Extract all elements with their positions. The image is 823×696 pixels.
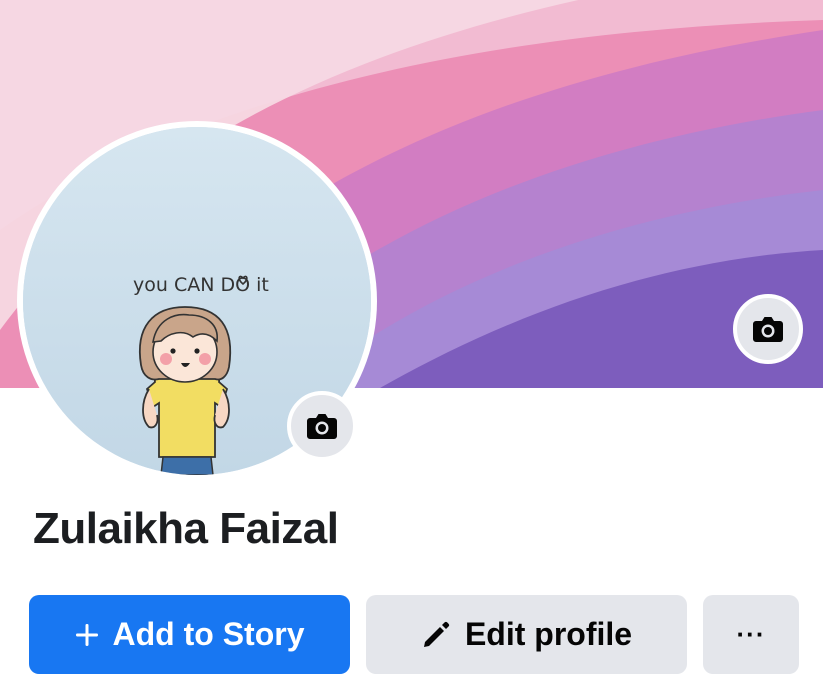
profile-name: Zulaikha Faizal xyxy=(33,504,339,553)
camera-icon xyxy=(753,317,783,342)
add-to-story-label: Add to Story xyxy=(112,616,305,652)
pencil-icon xyxy=(421,620,451,650)
add-to-story-button[interactable]: Add to Story xyxy=(29,595,350,674)
more-options-button[interactable]: ··· xyxy=(703,595,799,674)
edit-profile-label: Edit profile xyxy=(464,616,633,652)
more-icon: ··· xyxy=(736,619,766,649)
avatar-caption: you CAN DO it xyxy=(133,274,269,296)
change-cover-photo-button[interactable] xyxy=(733,294,803,364)
change-profile-picture-button[interactable] xyxy=(287,391,357,461)
plus-icon xyxy=(75,623,99,647)
camera-icon xyxy=(307,414,337,439)
edit-profile-button[interactable]: Edit profile xyxy=(366,595,687,674)
